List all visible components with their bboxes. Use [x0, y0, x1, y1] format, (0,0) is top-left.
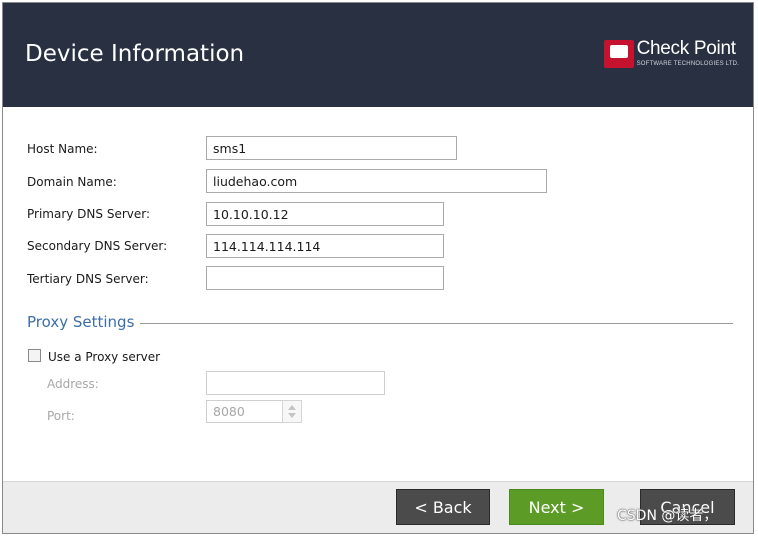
- tertiary-dns-input[interactable]: [206, 266, 444, 290]
- back-button[interactable]: < Back: [396, 489, 490, 525]
- header-bar: Device Information Check Point SOFTWARE …: [3, 3, 753, 107]
- form-content: Host Name: Domain Name: Primary DNS Serv…: [3, 107, 753, 481]
- check-point-logo-icon: [603, 40, 634, 68]
- secondary-dns-label: Secondary DNS Server:: [27, 239, 168, 253]
- stepper-down-icon[interactable]: [288, 413, 296, 418]
- page-title: Device Information: [25, 41, 245, 67]
- logo-name: Check Point: [636, 38, 736, 59]
- proxy-port-label: Port:: [47, 409, 75, 423]
- primary-dns-input[interactable]: [206, 202, 444, 226]
- domain-name-label: Domain Name:: [27, 175, 117, 189]
- proxy-port-input[interactable]: [206, 400, 283, 423]
- primary-dns-label: Primary DNS Server:: [27, 207, 151, 221]
- logo-subtitle: SOFTWARE TECHNOLOGIES LTD.: [636, 61, 739, 67]
- use-proxy-label[interactable]: Use a Proxy server: [48, 350, 160, 364]
- tertiary-dns-label: Tertiary DNS Server:: [27, 272, 149, 286]
- host-name-input[interactable]: [206, 136, 457, 160]
- proxy-settings-heading: Proxy Settings: [27, 313, 135, 331]
- domain-name-input[interactable]: [206, 169, 547, 193]
- stepper-up-icon[interactable]: [288, 405, 296, 410]
- proxy-address-label: Address:: [47, 377, 99, 391]
- host-name-label: Host Name:: [27, 142, 98, 156]
- section-divider: [140, 323, 733, 324]
- wizard-window: Device Information Check Point SOFTWARE …: [2, 2, 754, 534]
- next-button[interactable]: Next >: [509, 489, 604, 525]
- cancel-button[interactable]: Cancel: [640, 489, 735, 525]
- footer-bar: < Back Next > Cancel: [3, 481, 753, 533]
- use-proxy-checkbox[interactable]: [28, 349, 41, 362]
- check-point-logo: Check Point SOFTWARE TECHNOLOGIES LTD.: [603, 38, 739, 68]
- secondary-dns-input[interactable]: [206, 234, 444, 258]
- proxy-address-input[interactable]: [206, 371, 385, 395]
- port-stepper[interactable]: [282, 400, 302, 423]
